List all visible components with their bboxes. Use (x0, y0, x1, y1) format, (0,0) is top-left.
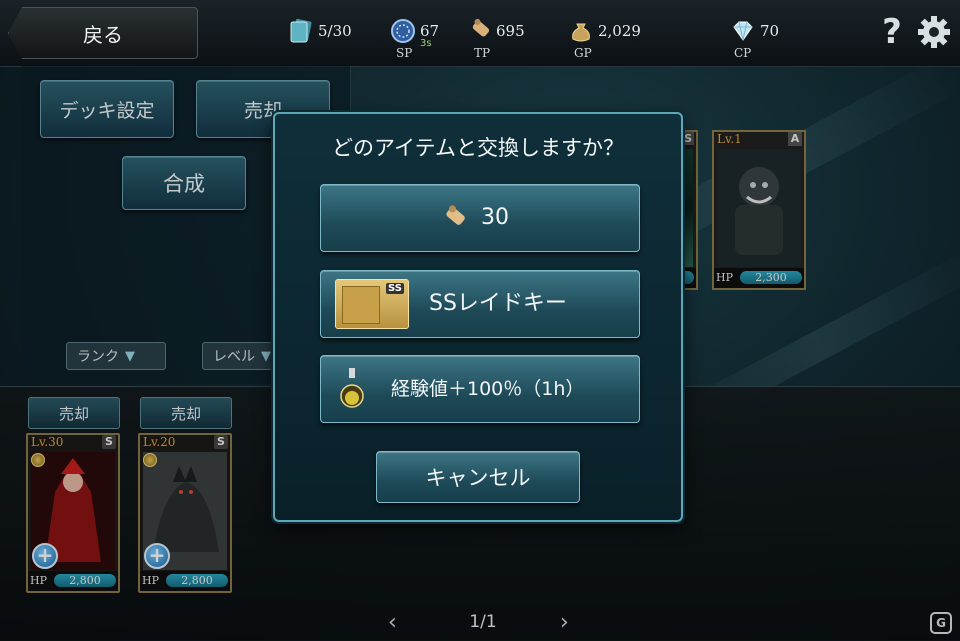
exchange-dialog: どのアイテムと交換しますか？ 30 SS SSレイドキー 経験値＋100％（1h… (273, 112, 683, 522)
gp-value: 2,029 (598, 22, 641, 40)
gp-label: GP (574, 46, 592, 60)
dialog-question: どのアイテムと交換しますか？ (332, 136, 624, 160)
cp-stat: 70 CP (730, 14, 790, 60)
cp-label: CP (734, 46, 752, 60)
tp-label: TP (474, 46, 491, 60)
card-count-stat: 5/30 (288, 14, 368, 58)
ss-raid-key-icon: SS (335, 279, 409, 329)
top-status-bar: 戻る 5/30 67 3s SP 695 TP 2,029 GP 70 CP ? (0, 0, 960, 67)
tp-stat: 695 TP (466, 14, 536, 60)
money-bag-icon (572, 23, 590, 42)
gear-icon[interactable] (916, 14, 952, 50)
cp-value: 70 (760, 22, 780, 40)
option-ss-raid-key-button[interactable]: SS SSレイドキー (320, 270, 640, 338)
potion-icon (340, 368, 364, 408)
option-exp-boost-button[interactable]: 経験値＋100％（1h） (320, 355, 640, 423)
tp-value: 695 (496, 22, 525, 40)
card-stack-icon (290, 18, 312, 43)
gp-stat: 2,029 GP (568, 14, 648, 60)
key-card-slot (342, 286, 380, 324)
sp-orb-icon (391, 19, 415, 43)
help-icon[interactable]: ? (878, 14, 906, 50)
scroll-icon (446, 205, 465, 225)
scroll-icon (472, 18, 490, 37)
option-label: 30 (481, 205, 509, 230)
diamond-icon (733, 21, 753, 41)
sp-label: SP (396, 46, 413, 60)
option-label: 経験値＋100％（1h） (391, 378, 585, 400)
option-tp-button[interactable]: 30 (320, 184, 640, 252)
back-button[interactable]: 戻る (8, 7, 198, 59)
sp-timer: 3s (420, 38, 432, 49)
ss-badge: SS (386, 283, 404, 294)
sp-stat: 67 3s SP (390, 14, 450, 60)
option-label: SSレイドキー (429, 291, 567, 316)
card-count-value: 5/30 (318, 22, 352, 40)
cancel-button[interactable]: キャンセル (376, 451, 580, 503)
